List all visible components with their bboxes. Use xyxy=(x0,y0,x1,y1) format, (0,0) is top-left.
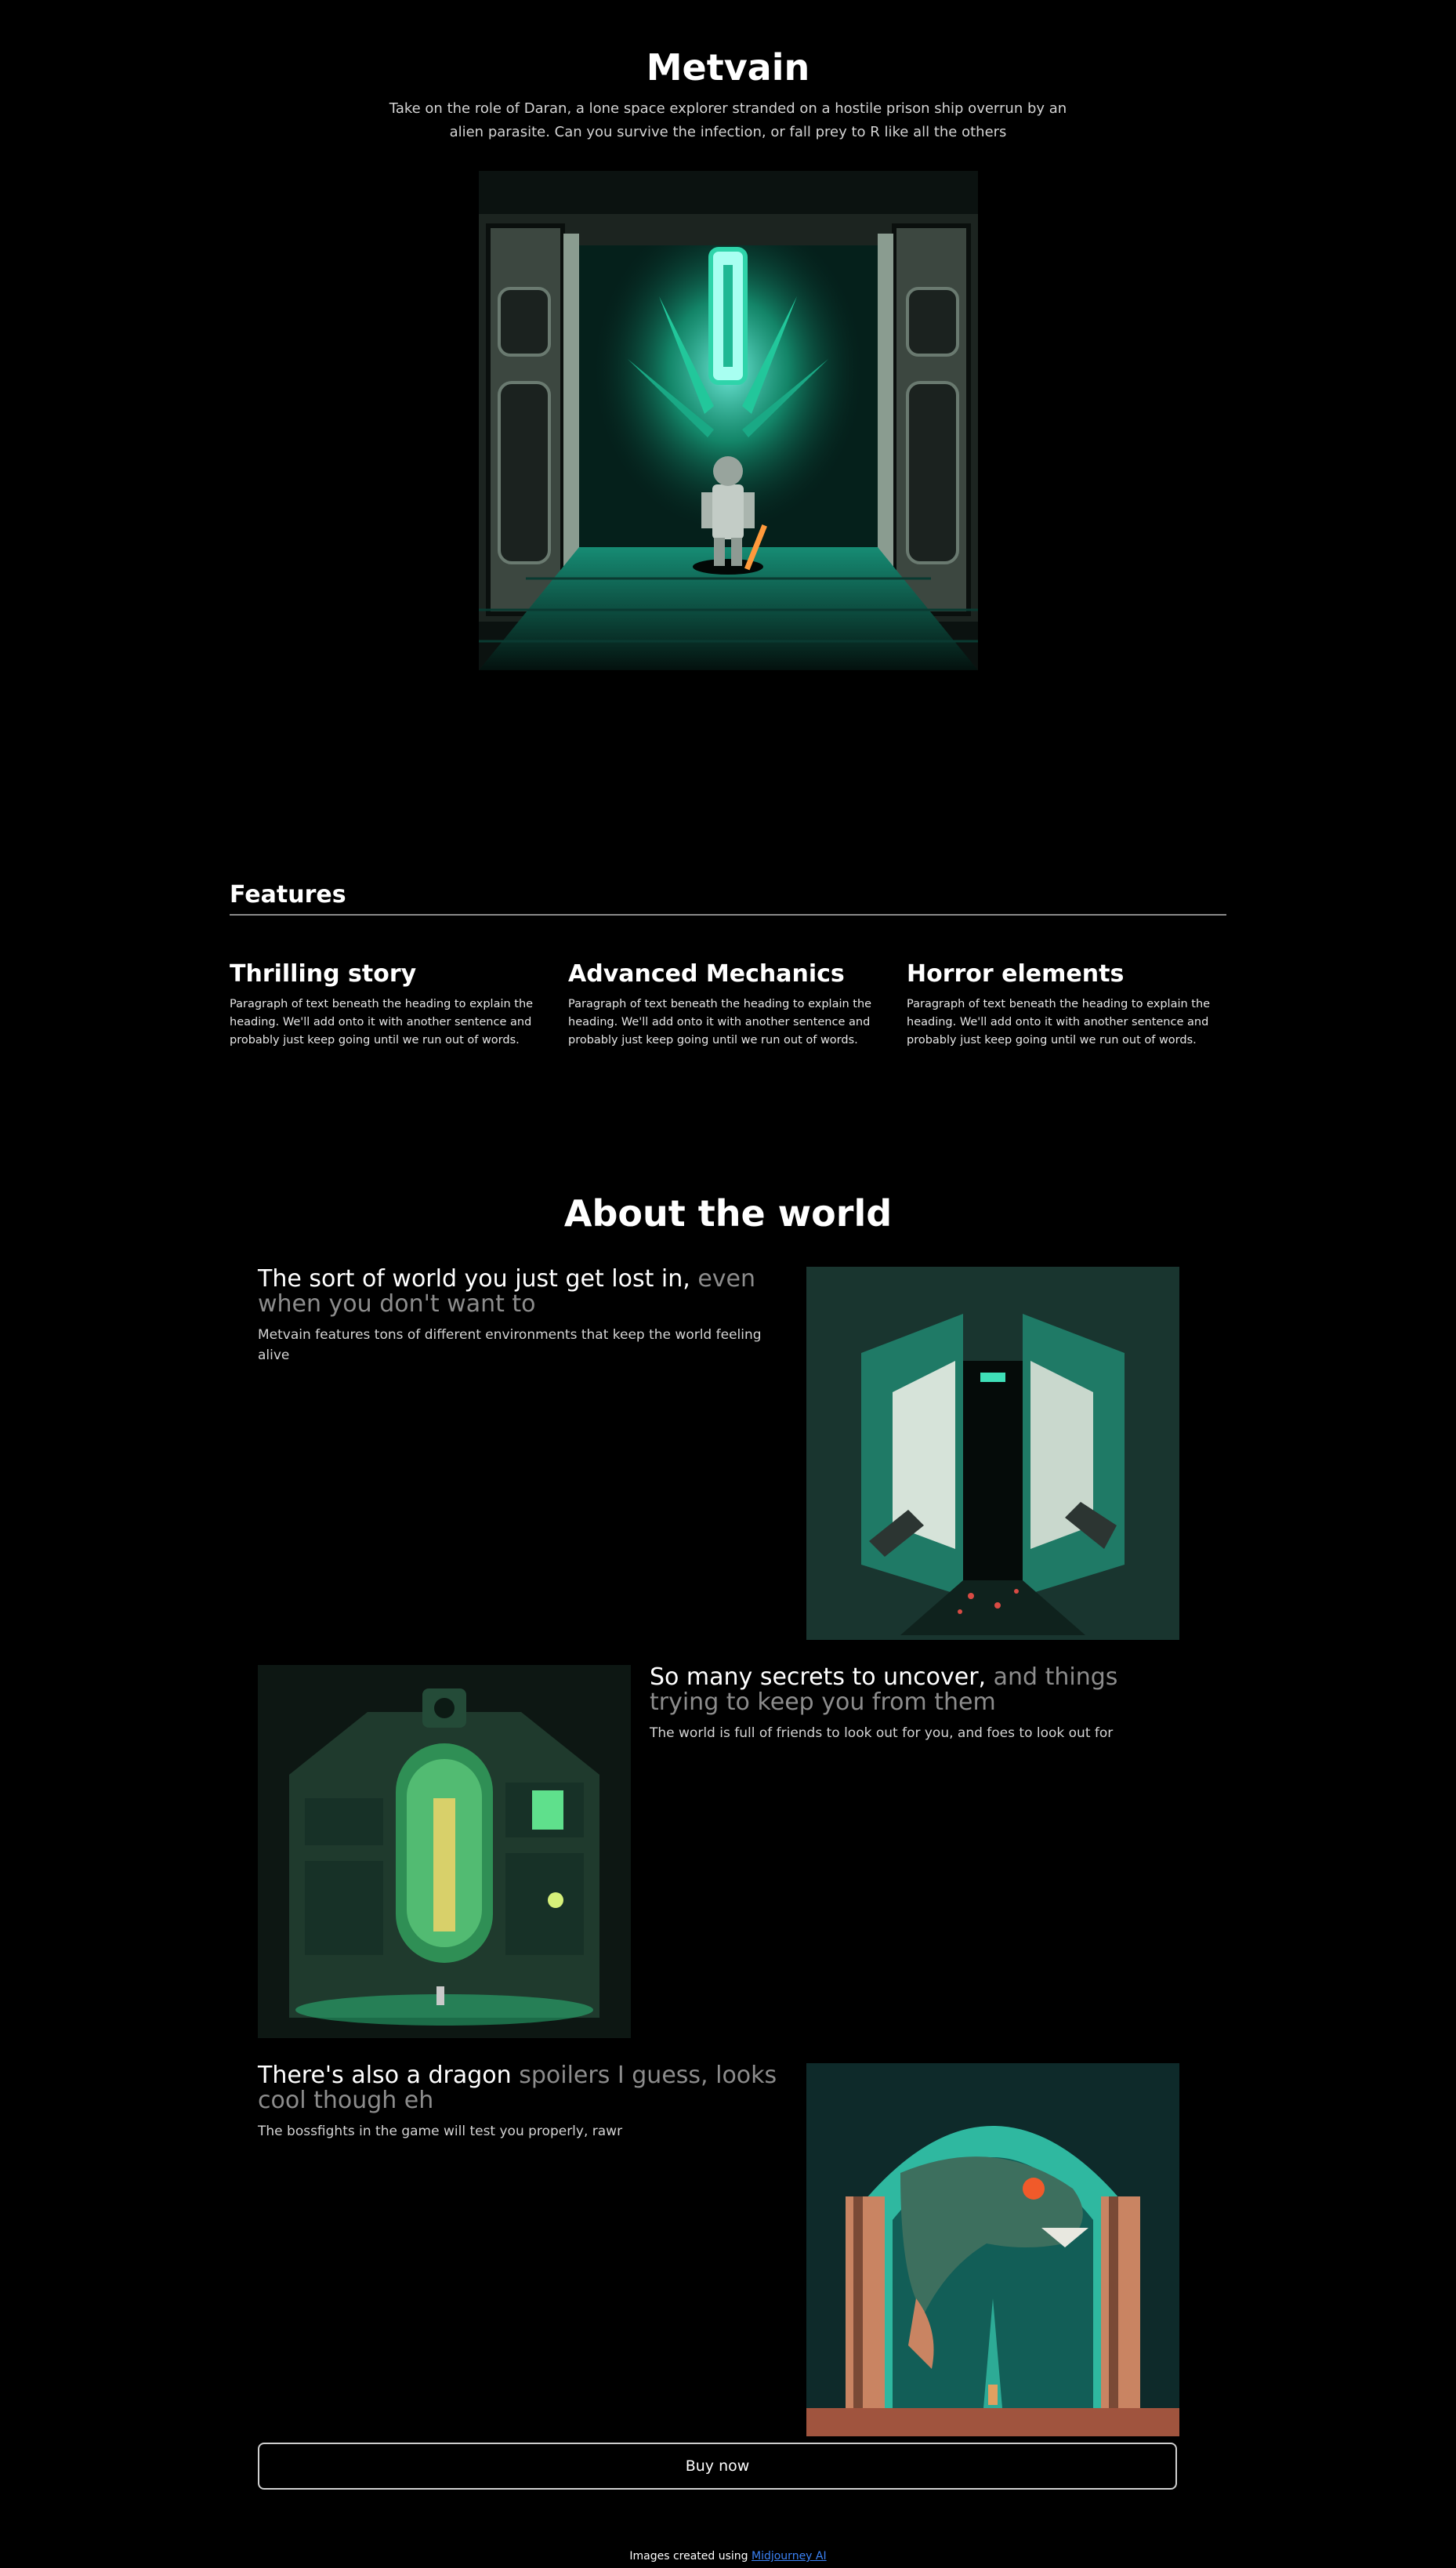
world-row-heading: The sort of world you just get lost in, … xyxy=(258,1267,791,1317)
world-row-text: The bossfights in the game will test you… xyxy=(258,2124,623,2139)
features-heading: Features xyxy=(230,881,346,909)
heading-main: There's also a dragon xyxy=(258,2062,512,2089)
heading-main: So many secrets to uncover, xyxy=(650,1663,987,1691)
footer-credit: Images created using Midjourney AI xyxy=(0,2549,1456,2563)
hero-subtitle: Take on the role of Daran, a lone space … xyxy=(389,100,1067,140)
feature-card-story: Thrilling story Paragraph of text beneat… xyxy=(230,958,543,1050)
dragon-image xyxy=(806,2063,1179,2436)
feature-card-mechanics: Advanced Mechanics Paragraph of text ben… xyxy=(568,958,882,1050)
feature-text: Paragraph of text beneath the heading to… xyxy=(230,998,534,1046)
buy-now-button[interactable]: Buy now xyxy=(258,2443,1177,2490)
world-row-dragon: There's also a dragon spoilers I guess, … xyxy=(258,2063,791,2142)
world-row-text: Metvain features tons of different envir… xyxy=(258,1327,762,1363)
feature-title: Horror elements xyxy=(907,960,1125,988)
feature-card-horror: Horror elements Paragraph of text beneat… xyxy=(907,958,1220,1050)
feature-text: Paragraph of text beneath the heading to… xyxy=(907,998,1211,1046)
world-row-environments: The sort of world you just get lost in, … xyxy=(258,1267,791,1366)
page-title: Metvain xyxy=(646,46,810,89)
world-row-secrets: So many secrets to uncover, and things t… xyxy=(650,1665,1183,1743)
lab-image xyxy=(258,1665,631,2038)
feature-title: Thrilling story xyxy=(230,960,417,988)
world-row-heading: There's also a dragon spoilers I guess, … xyxy=(258,2063,791,2113)
world-row-text: The world is full of friends to look out… xyxy=(650,1725,1114,1741)
about-heading: About the world xyxy=(563,1192,893,1235)
midjourney-link[interactable]: Midjourney AI xyxy=(752,2550,827,2563)
features-divider xyxy=(230,914,1226,916)
feature-title: Advanced Mechanics xyxy=(568,960,845,988)
corridor-image xyxy=(806,1267,1179,1640)
hero-image xyxy=(479,171,978,670)
world-row-heading: So many secrets to uncover, and things t… xyxy=(650,1665,1183,1715)
feature-text: Paragraph of text beneath the heading to… xyxy=(568,998,872,1046)
footer-prefix: Images created using xyxy=(629,2550,748,2563)
heading-main: The sort of world you just get lost in, xyxy=(258,1265,690,1293)
